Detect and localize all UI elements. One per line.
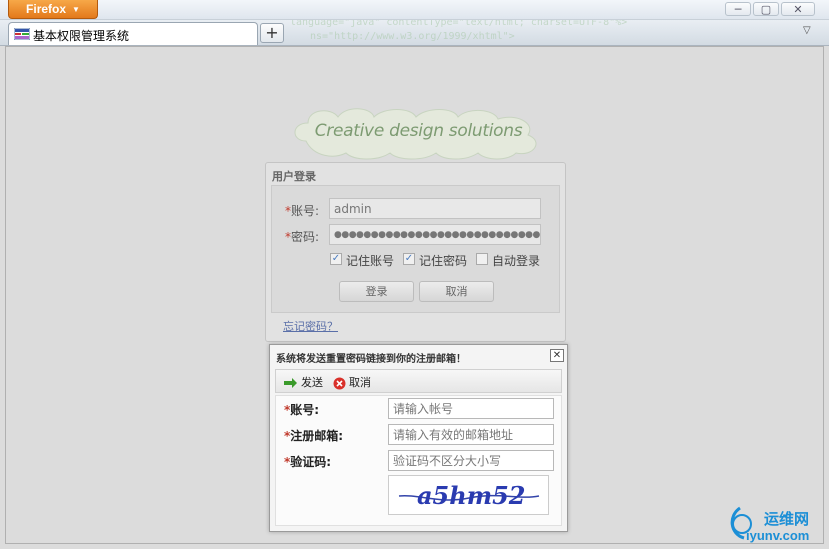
logo: Creative design solutions (286, 101, 551, 161)
firefox-menu-label: Firefox (26, 2, 67, 16)
login-form: *账号: admin *密码: ●●●●●●●●●●●●●●●●●●●●●●●●… (271, 185, 560, 313)
dialog-title: 系统将发送重置密码链接到你的注册邮箱！ (276, 354, 466, 365)
page-favicon-icon (14, 28, 30, 40)
background-code-decoration: language="java" contentType="text/html; … (290, 20, 628, 28)
page-content: Creative design solutions 用户登录 *账号: admi… (5, 46, 824, 544)
tab-bar: language="java" contentType="text/html; … (0, 20, 829, 46)
cancel-icon (333, 377, 346, 389)
remember-password-checkbox[interactable]: ✓ (403, 253, 415, 265)
window-titlebar: Firefox ▼ ─ ▢ ✕ (0, 0, 829, 20)
login-cancel-button[interactable]: 取消 (419, 281, 494, 302)
remember-account-label: 记住账号 (346, 254, 395, 268)
captcha-graphic: a5hm52 (398, 481, 540, 510)
cancel-button-label: 取消 (349, 376, 371, 389)
firefox-menu-button[interactable]: Firefox ▼ (8, 0, 98, 19)
arrow-right-icon (284, 378, 297, 388)
background-code-decoration: ns="http://www.w3.org/1999/xhtml"> (310, 31, 515, 42)
email-input[interactable]: 请输入有效的邮箱地址 (388, 424, 554, 445)
logo-text: Creative design solutions (314, 121, 523, 141)
dialog-close-button[interactable]: ✕ (550, 349, 564, 362)
reset-password-dialog: 系统将发送重置密码链接到你的注册邮箱！ ✕ 发送 取消 *账号: 请输入帐号 *… (269, 344, 568, 532)
login-heading: 用户登录 (272, 170, 316, 183)
login-panel: 用户登录 *账号: admin *密码: ●●●●●●●●●●●●●●●●●●●… (265, 162, 566, 342)
window-close-button[interactable]: ✕ (781, 2, 815, 16)
tab-title: 基本权限管理系统 (33, 29, 130, 43)
account-input[interactable]: admin (329, 198, 541, 219)
reset-account-label: *账号: (284, 403, 320, 417)
remember-account-checkbox[interactable]: ✓ (330, 253, 342, 265)
chevron-down-icon: ▼ (72, 4, 80, 14)
login-button[interactable]: 登录 (339, 281, 414, 302)
dialog-toolbar: 发送 取消 (275, 369, 562, 393)
dialog-cancel-button[interactable]: 取消 (333, 374, 371, 390)
tab-active[interactable]: 基本权限管理系统 (8, 22, 258, 45)
site-watermark: 运维网 iyunv.com (722, 498, 827, 546)
remember-password-label: 记住密码 (419, 254, 468, 268)
new-tab-button[interactable]: + (260, 23, 284, 43)
watermark-url: iyunv.com (746, 528, 810, 543)
captcha-input[interactable]: 验证码不区分大小写 (388, 450, 554, 471)
password-label: *密码: (285, 230, 320, 244)
auto-login-checkbox[interactable] (476, 253, 488, 265)
send-button-label: 发送 (301, 376, 323, 389)
captcha-image[interactable]: a5hm52 (388, 475, 549, 515)
watermark-text: 运维网 (764, 510, 810, 528)
forgot-password-link[interactable]: 忘记密码？ (283, 318, 338, 334)
reset-account-input[interactable]: 请输入帐号 (388, 398, 554, 419)
auto-login-label: 自动登录 (492, 254, 541, 268)
reset-form: *账号: 请输入帐号 *注册邮箱: 请输入有效的邮箱地址 *验证码: 验证码不区… (275, 395, 562, 526)
minimize-button[interactable]: ─ (725, 2, 751, 16)
captcha-text: a5hm52 (417, 481, 526, 510)
email-label: *注册邮箱: (284, 429, 344, 443)
send-button[interactable]: 发送 (284, 374, 323, 390)
maximize-button[interactable]: ▢ (753, 2, 779, 16)
tab-list-icon[interactable]: ▽ (803, 25, 811, 36)
captcha-label: *验证码: (284, 455, 332, 469)
account-label: *账号: (285, 204, 320, 218)
password-input[interactable]: ●●●●●●●●●●●●●●●●●●●●●●●●●●●●●● (329, 224, 541, 245)
